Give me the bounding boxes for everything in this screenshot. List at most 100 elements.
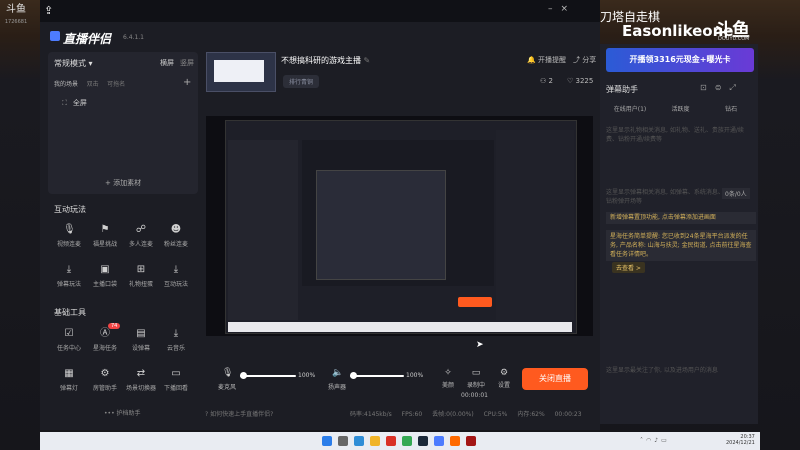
filter-icon[interactable]: ⊜: [715, 83, 730, 92]
stream-title[interactable]: 不想搞科研的游戏主播 ✎: [281, 55, 370, 66]
dota-icon[interactable]: [466, 436, 476, 446]
mic-icon: 🎙: [63, 224, 76, 235]
speaker-icon[interactable]: 🔈: [332, 368, 343, 378]
thumbnail-preview: [214, 60, 264, 82]
scene-tab[interactable]: 可拖名: [107, 81, 125, 88]
window-controls[interactable]: –×: [548, 4, 576, 14]
mode-dropdown[interactable]: 常规模式 ▾: [54, 58, 93, 69]
taskbar-clock[interactable]: 20:37 2024/12/21: [726, 434, 755, 446]
tool-gift-gacha[interactable]: ⊞ 礼物扭蛋: [126, 264, 156, 288]
danmu-toolbar: ⊡⊜⤢: [700, 83, 744, 93]
landscape-toggle[interactable]: 横屏: [160, 58, 174, 68]
tool-star-task[interactable]: Ⓐ 星海任务: [90, 328, 120, 352]
stream-stats: 码率:4145kb/s FPS:60 丢帧:0(0.00%) CPU:5% 内存…: [350, 409, 590, 418]
uptime-stat: 00:00:23: [554, 411, 582, 418]
promo-banner[interactable]: 开播领3316元现金+曝光卡: [606, 48, 754, 72]
switch-icon: ⇄: [136, 368, 146, 379]
tools-section-title: 基础工具: [54, 308, 86, 317]
replay-icon: ▭: [171, 368, 181, 379]
tool-room-admin[interactable]: ⚙ 房管助手: [90, 368, 120, 392]
upload-icon[interactable]: ⇪: [44, 4, 58, 18]
help-link[interactable]: ? 如何快速上手直播伴侣?: [205, 409, 273, 418]
douyu-logo: 斗鱼 1726681: [4, 4, 28, 25]
danmu-count: 0条/0人: [722, 188, 750, 199]
scene-panel: [48, 52, 198, 194]
drop-stat: 丢帧:0(0.00%): [432, 411, 474, 418]
scene-tab[interactable]: 我的场景: [54, 81, 78, 88]
heart-icon: ♡: [567, 77, 574, 85]
wps-icon[interactable]: [386, 436, 396, 446]
mic-volume-handle[interactable]: [240, 372, 247, 379]
folder-icon[interactable]: [370, 436, 380, 446]
add-source-button[interactable]: + 添加素材: [105, 178, 141, 188]
more-tools-link[interactable]: ••• 护档助手: [104, 408, 141, 417]
category-tag[interactable]: 排行青铜: [283, 75, 320, 88]
tool-set-danmu[interactable]: ▤ 设弹幕: [126, 328, 156, 352]
wifi-icon[interactable]: ◠: [646, 437, 654, 444]
microphone-icon[interactable]: 🎙: [222, 368, 233, 378]
task-icon: ☑: [64, 328, 74, 339]
speaker-volume-value: 100%: [406, 372, 424, 379]
system-tray[interactable]: ˄◠♪▭: [640, 437, 670, 444]
tool-cloud-music[interactable]: ⤓ 云音乐: [161, 328, 191, 352]
tool-danmu-play[interactable]: ⤓ 弹幕玩法: [54, 264, 84, 288]
task-notice: 星海任务简单提醒: 您已收到24条星海平台派发的任务, 产品名称: 山海与扶灵;…: [606, 230, 756, 261]
source-item[interactable]: ⛶ 全屏: [62, 98, 87, 108]
tab-online-users[interactable]: 在线用户(1): [606, 104, 654, 113]
mouse-cursor-icon: ➤: [476, 340, 484, 350]
settings-button[interactable]: ⚙ 设置: [490, 368, 518, 389]
record-time: 00:00:01: [461, 392, 488, 399]
tool-multi-link[interactable]: ☍ 多人连麦: [126, 224, 156, 248]
search-icon[interactable]: [338, 436, 348, 446]
tool-scene-switch[interactable]: ⇄ 场景切换器: [126, 368, 156, 392]
settings-icon[interactable]: ⊡: [700, 83, 715, 92]
tab-diamond[interactable]: 钻石: [707, 104, 755, 113]
edge-icon[interactable]: [354, 436, 364, 446]
tool-task-center[interactable]: ☑ 任务中心: [54, 328, 84, 352]
interact-section-title: 互动玩法: [54, 205, 86, 214]
bell-icon: 🔔: [527, 56, 536, 64]
minimize-icon[interactable]: –: [548, 4, 561, 14]
record-button[interactable]: ▭ 录制中: [462, 368, 490, 389]
share-button[interactable]: ⤴ 分享: [573, 55, 596, 65]
edit-icon[interactable]: ✎: [364, 56, 371, 65]
tab-activity[interactable]: 活跃度: [657, 104, 705, 113]
speaker-volume-handle[interactable]: [350, 372, 357, 379]
steam-icon[interactable]: [418, 436, 428, 446]
speaker-label: 扬声器: [328, 384, 347, 391]
douyu-app-icon[interactable]: [450, 436, 460, 446]
tool-video-link[interactable]: 🎙 视频连麦: [54, 224, 84, 248]
start-icon[interactable]: [322, 436, 332, 446]
battery-icon[interactable]: ▭: [661, 437, 670, 444]
ad-icon: Ⓐ: [100, 328, 110, 339]
danmu-tabs: 在线用户(1) 活跃度 钻石: [606, 104, 756, 113]
tool-pocket[interactable]: ▣ 主播口袋: [90, 264, 120, 288]
portrait-toggle[interactable]: 竖屏: [180, 58, 194, 68]
add-scene-icon[interactable]: +: [183, 77, 191, 88]
scene-tab[interactable]: 双击: [87, 81, 99, 88]
speaker-volume-slider[interactable]: [350, 375, 404, 377]
end-live-button[interactable]: 关闭直播: [522, 368, 588, 390]
open-alert-button[interactable]: 🔔 开播提醒: [527, 55, 566, 65]
lamp-icon: ▦: [64, 368, 74, 379]
expand-icon[interactable]: ⤢: [729, 83, 743, 92]
danmu-title: 弹幕助手: [606, 85, 638, 94]
close-icon[interactable]: ×: [561, 4, 577, 14]
mic-volume-slider[interactable]: [240, 375, 296, 377]
danmu-hint: 这里显示弹幕相关消息, 如弹幕、系统消息、钻粉弹开场等: [606, 189, 724, 205]
beauty-icon: ✧: [444, 368, 452, 378]
view-task-link[interactable]: 去查看 >: [612, 262, 645, 273]
tool-star-challenge[interactable]: ⚑ 福星挑战: [90, 224, 120, 248]
tool-danmu-lamp[interactable]: ▦ 弹幕灯: [54, 368, 84, 392]
chrome-icon[interactable]: [402, 436, 412, 446]
tool-interact-play[interactable]: ⤓ 互动玩法: [161, 264, 191, 288]
app-titlebar: [40, 0, 600, 22]
beauty-button[interactable]: ✧ 美颜: [434, 368, 462, 389]
admin-icon: ⚙: [100, 368, 110, 379]
brand-icon: [50, 31, 60, 41]
live-companion-icon[interactable]: [434, 436, 444, 446]
tool-replay[interactable]: ▭ 下播回看: [161, 368, 191, 392]
gift-icon: ⊞: [136, 264, 146, 275]
tool-fans-link[interactable]: ☻ 粉丝连麦: [161, 224, 191, 248]
app-name: 直播伴侣: [63, 32, 112, 46]
